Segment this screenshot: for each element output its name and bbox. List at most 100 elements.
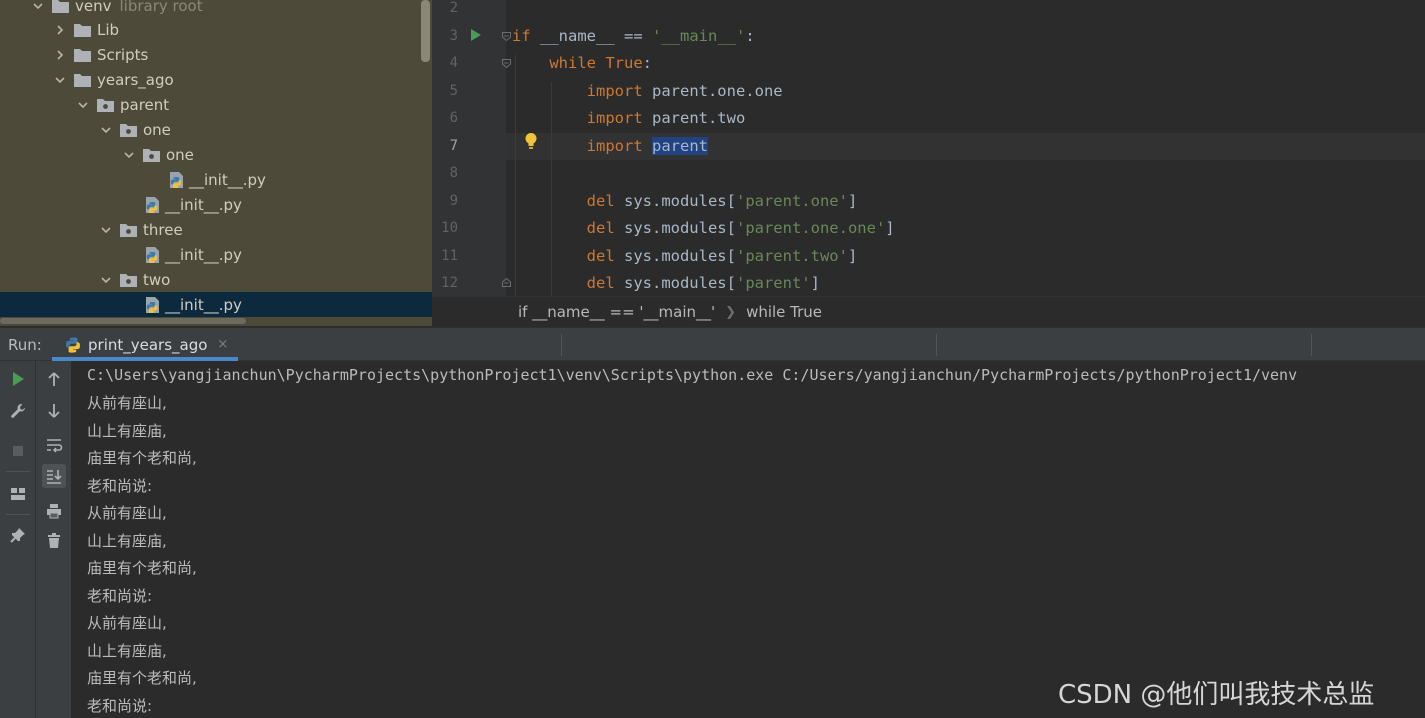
chevron-down-icon[interactable]: [121, 147, 137, 163]
tree-item[interactable]: venv library root: [0, 0, 432, 18]
tree-item[interactable]: years_ago: [0, 67, 432, 92]
up-stack-frame-button[interactable]: [42, 367, 66, 391]
chevron-right-icon[interactable]: [52, 22, 68, 38]
down-stack-frame-button[interactable]: [42, 399, 66, 423]
code-keyword: import: [586, 109, 643, 127]
code-keyword: del: [586, 246, 615, 265]
pin-tab-button[interactable]: [6, 523, 30, 547]
tree-item[interactable]: parent: [0, 92, 432, 117]
chevron-down-icon[interactable]: [98, 272, 114, 288]
tree-item[interactable]: three: [0, 217, 432, 242]
code-line: del sys.modules['parent.one.one']: [506, 215, 1425, 242]
code-editor[interactable]: 2 3 4 5 6 7 8 9 10 11 12 if __name__ == '__main__'…: [432, 0, 1425, 296]
tree-item[interactable]: one: [0, 117, 432, 142]
tree-item-label: Lib: [97, 20, 120, 39]
code-line: import parent: [506, 132, 1425, 160]
breadcrumb-item[interactable]: if __name__ == '__main__': [518, 303, 715, 321]
line-number: 11: [441, 247, 458, 264]
tree-horizontal-scrollbar[interactable]: [0, 318, 246, 324]
header-divider: [936, 334, 937, 356]
code-line: del sys.modules['parent']: [506, 270, 1425, 296]
tree-vertical-scrollbar[interactable]: [421, 0, 430, 62]
tree-item-label: three: [143, 220, 183, 239]
line-number: 7: [449, 137, 458, 154]
toolbar-separator: [6, 471, 30, 472]
line-number: 4: [449, 55, 458, 71]
code-keyword: import: [586, 81, 643, 100]
soft-wrap-button[interactable]: [42, 433, 66, 457]
folder-icon: [74, 73, 91, 87]
print-button[interactable]: [42, 499, 66, 523]
console-output-line: 从前有座山,: [87, 504, 167, 522]
code-token: ]: [847, 246, 858, 265]
python-file-icon: [167, 171, 185, 189]
edit-configuration-button[interactable]: [6, 399, 30, 423]
tree-item-label: one: [143, 120, 171, 139]
python-file-icon: [143, 196, 161, 214]
clear-all-button[interactable]: [42, 529, 66, 553]
code-string: 'parent.two': [735, 246, 848, 265]
tree-item[interactable]: two: [0, 267, 432, 292]
chevron-down-icon[interactable]: [75, 97, 91, 113]
code-token: sys.modules[: [614, 274, 736, 292]
console-output-line: 老和尚说:: [87, 476, 153, 495]
package-icon: [120, 273, 137, 287]
scroll-to-end-button[interactable]: [42, 464, 66, 488]
soft-wrap-icon: [47, 439, 63, 453]
restore-layout-button[interactable]: [6, 482, 30, 506]
fold-icon[interactable]: [501, 277, 512, 288]
code-keyword: while: [549, 54, 596, 72]
package-icon: [143, 148, 160, 162]
header-divider: [561, 334, 562, 356]
code-token: __name__ ==: [530, 26, 652, 45]
close-icon[interactable]: ×: [217, 337, 228, 352]
breadcrumb-item[interactable]: while True: [746, 303, 822, 321]
line-number: 3: [449, 27, 458, 44]
package-icon: [97, 98, 114, 112]
console-output[interactable]: C:\Users\yangjianchun\PycharmProjects\py…: [72, 361, 1425, 718]
up-arrow-icon: [48, 372, 60, 386]
chevron-down-icon[interactable]: [30, 0, 46, 14]
fold-icon[interactable]: [501, 58, 512, 69]
code-highlight: parent: [652, 136, 708, 155]
chevron-down-icon[interactable]: [52, 72, 68, 88]
tree-item[interactable]: __init__.py: [0, 192, 432, 217]
scroll-to-end-icon: [47, 470, 62, 484]
run-toolbar-primary: [0, 361, 36, 718]
tree-item[interactable]: Scripts: [0, 42, 432, 67]
tree-item[interactable]: __init__.py: [0, 292, 432, 317]
tree-item[interactable]: Lib: [0, 17, 432, 42]
code-token: sys.modules[: [614, 191, 736, 210]
chevron-down-icon[interactable]: [98, 122, 114, 138]
tree-item[interactable]: one: [0, 142, 432, 167]
tree-item[interactable]: __init__.py: [0, 242, 432, 267]
rerun-button[interactable]: [6, 367, 30, 391]
line-number: 8: [449, 165, 458, 181]
editor-gutter: 2 3 4 5 6 7 8 9 10 11 12: [432, 0, 506, 296]
fold-icon[interactable]: [501, 31, 512, 42]
chevron-right-icon[interactable]: [52, 47, 68, 63]
run-gutter-icon[interactable]: [470, 28, 482, 42]
code-line: import parent.two: [506, 105, 1425, 132]
code-token: ]: [885, 219, 895, 237]
run-label: Run:: [8, 336, 42, 354]
intention-bulb-icon[interactable]: [524, 132, 538, 150]
layout-icon: [11, 488, 25, 500]
console-output-line: 山上有座庙,: [87, 641, 167, 660]
trash-icon: [48, 533, 60, 548]
tree-item[interactable]: __init__.py: [0, 167, 432, 192]
tree-item-label: one: [166, 145, 194, 164]
code-token: parent.two: [642, 109, 746, 127]
stop-button[interactable]: [6, 439, 30, 463]
console-output-line: 山上有座庙,: [87, 531, 167, 550]
project-tree: venv library root Lib Scripts years_ago paren…: [0, 0, 432, 326]
console-output-line: 庙里有个老和尚,: [87, 559, 197, 577]
code-token: ]: [847, 191, 858, 210]
chevron-down-icon[interactable]: [98, 222, 114, 238]
print-icon: [47, 504, 61, 519]
